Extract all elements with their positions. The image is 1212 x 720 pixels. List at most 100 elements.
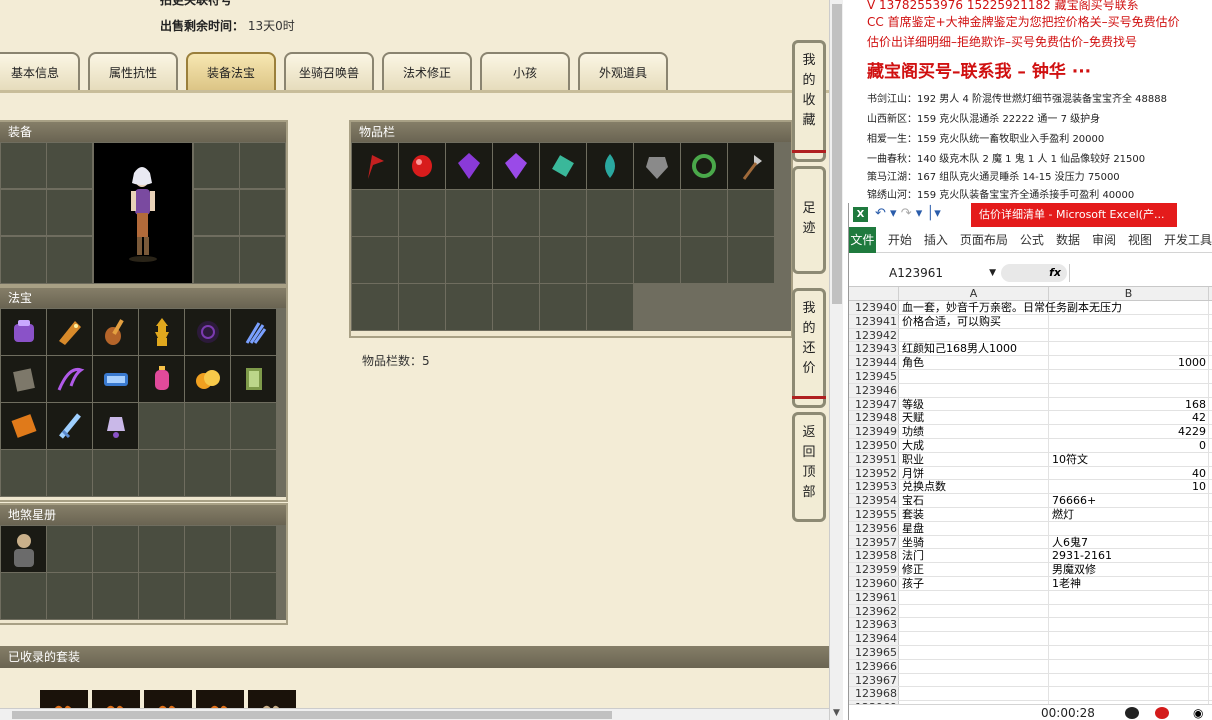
inventory-slot[interactable] (352, 190, 398, 236)
treasure-slot[interactable] (185, 450, 230, 496)
treasure-slot[interactable] (47, 309, 92, 355)
row-number[interactable]: 123961 (849, 590, 899, 604)
equip-slot[interactable] (1, 143, 46, 188)
star-slot[interactable] (139, 573, 184, 619)
row-number[interactable]: 123956 (849, 521, 899, 535)
camera-icon[interactable]: ◉ (1193, 706, 1203, 720)
row-number[interactable]: 123965 (849, 645, 899, 659)
tab-basic-info[interactable]: 基本信息 (0, 52, 80, 90)
treasure-slot[interactable] (185, 309, 230, 355)
formula-input[interactable] (1069, 264, 1212, 282)
row-number[interactable]: 123947 (849, 397, 899, 411)
ribbon-tab-page-layout[interactable]: 页面布局 (960, 231, 1008, 248)
row-number[interactable]: 123967 (849, 673, 899, 687)
tab-spells[interactable]: 法术修正 (382, 52, 472, 90)
inventory-slot[interactable] (587, 237, 633, 283)
inventory-slot[interactable] (634, 237, 680, 283)
inventory-slot[interactable] (399, 237, 445, 283)
row-number[interactable]: 123944 (849, 356, 899, 369)
row-number[interactable]: 123949 (849, 425, 899, 438)
cell-b[interactable] (1049, 659, 1209, 673)
cell-a[interactable]: 坐骑 (899, 535, 1049, 549)
cell-b[interactable]: 1老神 (1049, 576, 1209, 590)
treasure-slot[interactable] (47, 450, 92, 496)
treasure-slot[interactable] (1, 403, 46, 449)
star-slot[interactable] (93, 526, 138, 572)
cell-b[interactable]: 2931-2161 (1049, 549, 1209, 562)
ribbon-tab-insert[interactable]: 插入 (924, 231, 948, 248)
cell-b[interactable] (1049, 314, 1209, 328)
inventory-slot[interactable] (728, 143, 774, 189)
cell-a[interactable]: 孩子 (899, 576, 1049, 590)
column-header-b[interactable]: B (1049, 287, 1209, 300)
row-number[interactable]: 123950 (849, 438, 899, 452)
cell-a[interactable] (899, 369, 1049, 383)
equip-slot[interactable] (240, 143, 285, 188)
inventory-slot[interactable] (399, 284, 445, 330)
equip-slot[interactable] (47, 237, 92, 283)
redo-icon[interactable]: ↷ (901, 206, 912, 221)
row-number[interactable]: 123959 (849, 563, 899, 576)
equip-slot[interactable] (194, 237, 239, 283)
row-number[interactable]: 123957 (849, 535, 899, 549)
inventory-slot[interactable] (493, 237, 539, 283)
inventory-slot[interactable] (446, 143, 492, 189)
star-slot[interactable] (185, 573, 230, 619)
treasure-slot[interactable] (185, 403, 230, 449)
star-slot[interactable] (185, 526, 230, 572)
star-slot[interactable] (47, 526, 92, 572)
inventory-slot[interactable] (728, 237, 774, 283)
cell-a[interactable]: 宝石 (899, 494, 1049, 507)
equip-slot[interactable] (240, 190, 285, 235)
row-number[interactable]: 123958 (849, 549, 899, 563)
cell-a[interactable]: 功绩 (899, 425, 1049, 438)
cell-b[interactable]: 10符文 (1049, 452, 1209, 466)
cell-b[interactable] (1049, 383, 1209, 397)
chevron-down-icon[interactable]: ▼ (989, 264, 996, 282)
inventory-slot[interactable] (587, 190, 633, 236)
equip-slot[interactable] (194, 190, 239, 235)
equip-slot[interactable] (194, 143, 239, 188)
ribbon-tab-formulas[interactable]: 公式 (1020, 231, 1044, 248)
star-slot[interactable] (139, 526, 184, 572)
inventory-slot[interactable] (352, 237, 398, 283)
cell-b[interactable]: 人6鬼7 (1049, 535, 1209, 549)
inventory-slot[interactable] (634, 190, 680, 236)
row-number[interactable]: 123960 (849, 576, 899, 590)
cell-a[interactable] (899, 632, 1049, 645)
equip-slot[interactable] (1, 190, 46, 235)
cell-b[interactable]: 4229 (1049, 425, 1209, 438)
cell-b[interactable] (1049, 687, 1209, 701)
cell-b[interactable]: 76666+ (1049, 494, 1209, 507)
ribbon-tab-review[interactable]: 审阅 (1092, 231, 1116, 248)
cell-a[interactable]: 价格合适，可以购买 (899, 314, 1049, 328)
inventory-slot[interactable] (681, 143, 727, 189)
cell-a[interactable] (899, 645, 1049, 659)
row-number[interactable]: 123968 (849, 687, 899, 701)
record-icon[interactable] (1155, 707, 1169, 719)
horizontal-scrollbar[interactable] (0, 708, 829, 720)
cell-b[interactable]: 男魔双修 (1049, 563, 1209, 576)
inventory-slot[interactable] (446, 284, 492, 330)
name-box[interactable]: A123961 ▼ (853, 264, 998, 282)
row-number[interactable]: 123952 (849, 466, 899, 480)
ribbon-tab-file[interactable]: 文件 (849, 226, 876, 253)
cell-b[interactable]: 0 (1049, 438, 1209, 452)
cell-b[interactable]: 42 (1049, 411, 1209, 424)
cell-a[interactable]: 修正 (899, 563, 1049, 576)
inventory-slot[interactable] (399, 190, 445, 236)
inventory-slot[interactable] (540, 143, 586, 189)
cell-b[interactable] (1049, 590, 1209, 604)
star-slot[interactable] (93, 573, 138, 619)
star-slot[interactable] (1, 573, 46, 619)
star-slot[interactable] (231, 573, 276, 619)
tab-child[interactable]: 小孩 (480, 52, 570, 90)
cell-a[interactable] (899, 673, 1049, 687)
cell-b[interactable] (1049, 618, 1209, 632)
cell-b[interactable] (1049, 673, 1209, 687)
row-number[interactable]: 123962 (849, 604, 899, 618)
row-number[interactable]: 123954 (849, 494, 899, 507)
vertical-scrollbar[interactable]: ▼ (829, 0, 843, 720)
cell-b[interactable] (1049, 632, 1209, 645)
cell-b[interactable] (1049, 521, 1209, 535)
